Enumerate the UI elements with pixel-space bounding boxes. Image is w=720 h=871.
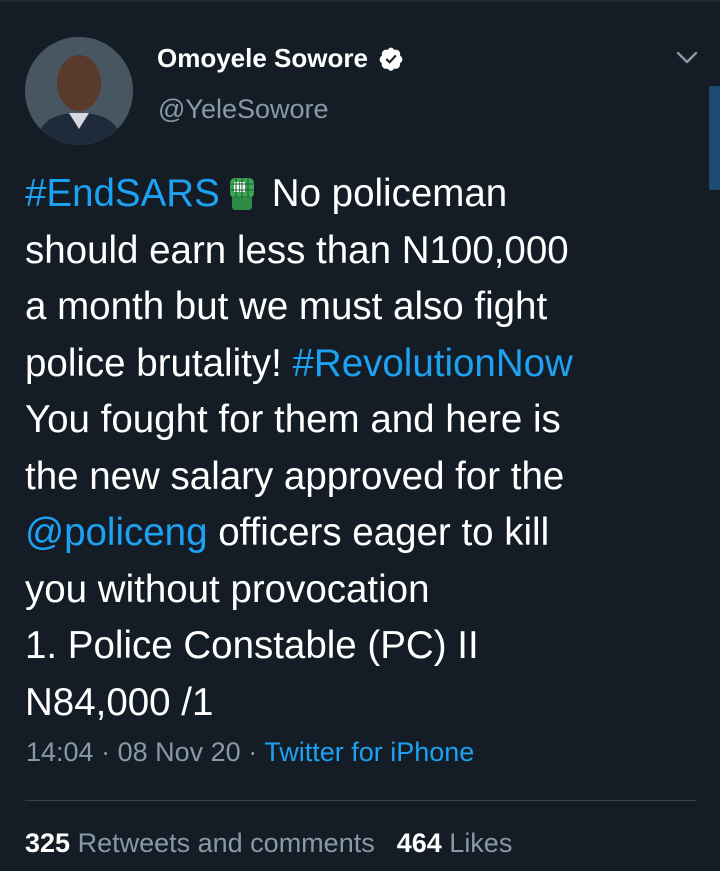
top-separator bbox=[0, 0, 720, 2]
avatar[interactable] bbox=[25, 37, 133, 145]
tweet-date: 08 Nov 20 bbox=[117, 737, 241, 767]
scrollbar[interactable] bbox=[709, 86, 720, 190]
likes-label: Likes bbox=[449, 828, 513, 858]
hashtag-endsars[interactable]: #EndSARS bbox=[25, 172, 220, 215]
tweet-line: should earn less than N100,000 bbox=[25, 228, 569, 272]
tweet-time: 14:04 bbox=[26, 737, 94, 767]
tweet-line: You fought for them and here is bbox=[25, 398, 561, 441]
divider bbox=[25, 800, 696, 801]
tweet-line: police brutality! #RevolutionNow bbox=[25, 336, 695, 393]
tweet-line: N84,000 /1 bbox=[25, 680, 214, 724]
author-handle[interactable]: @YeleSowore bbox=[158, 94, 329, 125]
separator-dot: · bbox=[101, 737, 111, 767]
avatar-image bbox=[25, 37, 133, 145]
mention-policeng[interactable]: @policeng bbox=[25, 511, 208, 554]
tweet-line: @policeng officers eager to kill bbox=[25, 505, 695, 562]
tweet-line1-text: No policeman bbox=[271, 172, 508, 215]
tweet-line: #EndSARS No policeman bbox=[25, 166, 695, 223]
tweet-line: a month but we must also fight bbox=[25, 285, 548, 328]
hashtag-revolutionnow[interactable]: #RevolutionNow bbox=[293, 342, 573, 385]
tweet-meta: 14:04 · 08 Nov 20 · Twitter for iPhone bbox=[26, 737, 474, 768]
raised-fist-emoji bbox=[229, 178, 254, 210]
retweets-count: 325 bbox=[25, 828, 71, 858]
tweet-line: 1. Police Constable (PC) II bbox=[25, 624, 479, 667]
tweet-line7-text: officers eager to kill bbox=[207, 511, 550, 554]
author-name-row[interactable]: Omoyele Sowore bbox=[157, 43, 404, 74]
verified-badge-icon bbox=[379, 47, 403, 71]
tweet-line4-text: police brutality! bbox=[25, 341, 293, 385]
tweet-stats: 325 Retweets and comments 464 Likes bbox=[25, 828, 512, 859]
tweet-source-link[interactable]: Twitter for iPhone bbox=[264, 737, 474, 767]
retweets-stat[interactable]: 325 Retweets and comments bbox=[25, 828, 375, 858]
tweet-line: you without provocation bbox=[25, 567, 430, 611]
author-name[interactable]: Omoyele Sowore bbox=[157, 43, 368, 74]
tweet-line: the new salary approved for the bbox=[25, 454, 565, 498]
likes-stat[interactable]: 464 Likes bbox=[397, 828, 513, 858]
retweets-label: Retweets and comments bbox=[77, 828, 375, 858]
likes-count: 464 bbox=[396, 828, 442, 858]
tweet-text: #EndSARS No policeman should earn less t… bbox=[25, 166, 695, 731]
chevron-down-icon[interactable] bbox=[676, 50, 698, 66]
separator-dot: · bbox=[248, 737, 258, 767]
